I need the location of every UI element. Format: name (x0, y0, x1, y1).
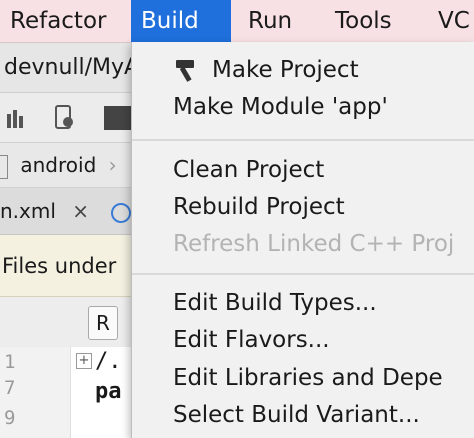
code-line: pa (95, 379, 122, 404)
breadcrumb: android › (0, 143, 140, 188)
line-number: 1 (4, 351, 16, 373)
ide-window: devnull/MyA android › n.xml × Files unde… (0, 43, 140, 438)
tab-close-icon[interactable]: × (72, 199, 89, 223)
fold-toggle-icon[interactable]: + (76, 353, 92, 369)
menu-vcs[interactable]: VC (428, 0, 474, 42)
info-bar: Files under (0, 235, 140, 297)
tab-xml[interactable]: n.xml (0, 199, 56, 223)
menu-separator (132, 273, 474, 275)
menu-item-edit-libraries[interactable]: Edit Libraries and Depe (173, 360, 443, 396)
menu-item-make-module[interactable]: Make Module 'app' (173, 89, 388, 125)
menu-item-refresh-linked-cpp: Refresh Linked C++ Proj (173, 231, 455, 257)
editor-tabs: n.xml × (0, 188, 140, 235)
menu-item-make-project[interactable]: Make Project (212, 52, 359, 88)
tab-class-icon[interactable] (111, 202, 132, 223)
toolbar-block-icon[interactable] (104, 106, 134, 130)
breadcrumb-android[interactable]: android (20, 153, 96, 177)
folder-icon (0, 154, 8, 179)
menu-item-rebuild-project[interactable]: Rebuild Project (173, 189, 345, 225)
menu-item-clean-project[interactable]: Clean Project (173, 152, 324, 188)
menu-run[interactable]: Run (238, 0, 302, 42)
menu-item-edit-flavors[interactable]: Edit Flavors... (173, 322, 330, 358)
menu-tools[interactable]: Tools (325, 0, 402, 42)
line-number: 9 (4, 407, 16, 429)
line-number: 7 (4, 377, 16, 399)
menu-item-select-build-variant[interactable]: Select Build Variant... (173, 397, 420, 433)
menu-refactor[interactable]: Refactor (0, 0, 116, 42)
code-editor[interactable]: 1 7 9 + /. pa (0, 347, 140, 438)
menu-bar: Refactor Build Run Tools VC (0, 0, 474, 43)
breadcrumb-chevron-icon: › (108, 153, 117, 177)
device-icon[interactable] (54, 104, 76, 132)
project-path: devnull/MyA (0, 43, 140, 93)
code-line: /. (95, 349, 122, 374)
line-gutter: 1 7 9 (0, 347, 71, 438)
regex-toggle-button[interactable]: R (88, 306, 118, 340)
filter-bar: R (0, 298, 140, 346)
menu-item-edit-build-types[interactable]: Edit Build Types... (173, 285, 377, 321)
build-menu-dropdown: Make Project Make Module 'app' Clean Pro… (131, 42, 474, 438)
menu-build[interactable]: Build (131, 0, 231, 42)
profiler-icon[interactable] (6, 104, 28, 132)
menu-separator (132, 139, 474, 141)
hammer-icon (176, 60, 194, 82)
toolbar (0, 94, 140, 143)
